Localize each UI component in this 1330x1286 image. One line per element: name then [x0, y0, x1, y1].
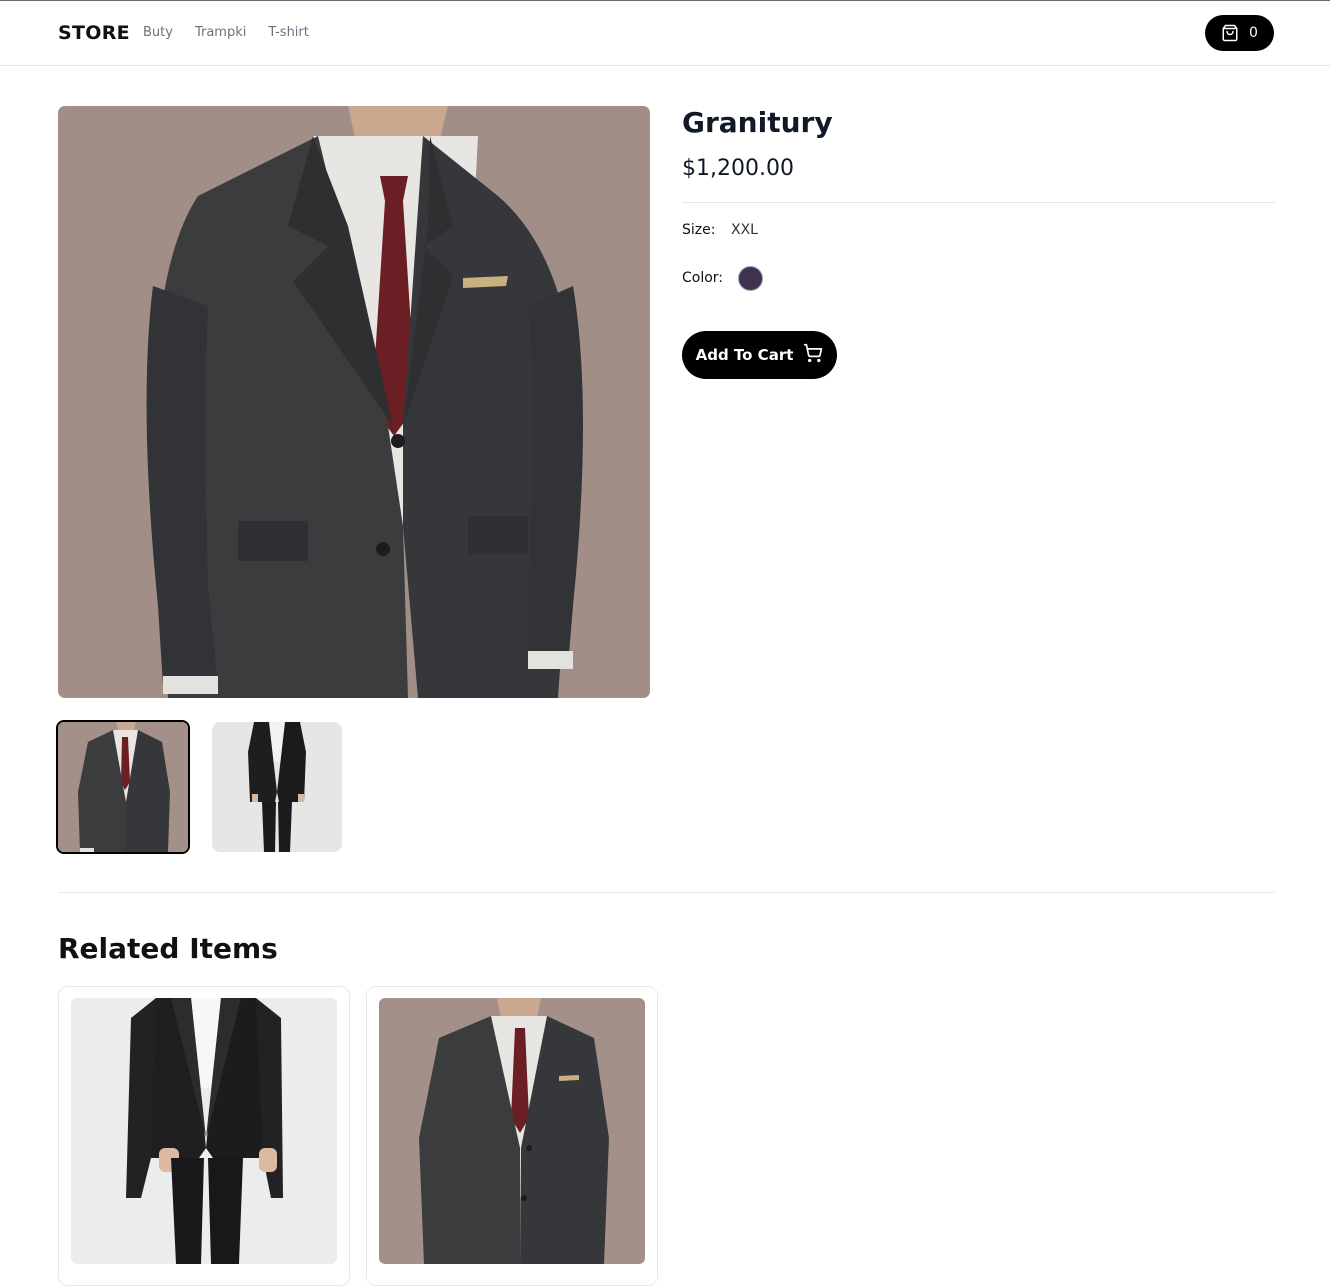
product-price: $1,200.00: [682, 156, 794, 181]
color-label: Color:: [682, 270, 724, 286]
thumbnail-1[interactable]: [56, 720, 190, 854]
related-item-card[interactable]: [58, 986, 350, 1286]
nav-item-buty[interactable]: Buty: [143, 25, 173, 40]
section-divider: [58, 892, 1275, 893]
add-to-cart-label: Add To Cart: [695, 346, 794, 364]
info-divider: [682, 202, 1275, 203]
product-main-image: [58, 106, 650, 698]
cart-button[interactable]: 0: [1205, 15, 1274, 51]
nav-item-tshirt[interactable]: T-shirt: [268, 25, 309, 40]
cart-count: 0: [1249, 25, 1258, 41]
thumbnail-2[interactable]: [212, 722, 342, 852]
size-value: XXL: [731, 222, 758, 238]
related-item-card[interactable]: [366, 986, 658, 1286]
color-swatch: [738, 266, 763, 291]
top-navbar: STORE Buty Trampki T-shirt 0: [0, 1, 1330, 66]
related-item-image: [379, 998, 645, 1264]
add-to-cart-button[interactable]: Add To Cart: [682, 331, 837, 379]
product-title: Granitury: [682, 106, 833, 139]
size-label: Size:: [682, 222, 716, 238]
store-logo[interactable]: STORE: [58, 22, 130, 44]
nav-item-trampki[interactable]: Trampki: [195, 25, 246, 40]
shopping-cart-icon: [803, 343, 823, 367]
related-items-title: Related Items: [58, 932, 278, 965]
related-item-image: [71, 998, 337, 1264]
main-nav: Buty Trampki T-shirt: [143, 25, 309, 40]
shopping-bag-icon: [1221, 24, 1239, 42]
